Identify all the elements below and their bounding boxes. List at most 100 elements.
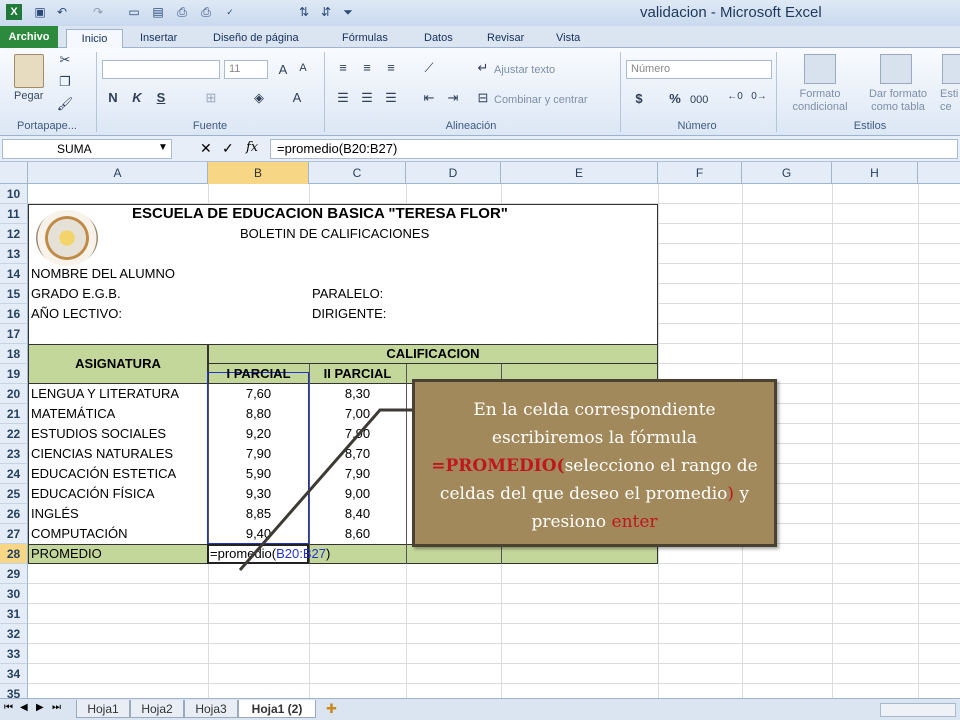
grade-p1[interactable]: 9,40 [208, 524, 309, 544]
column-header-g[interactable]: G [742, 162, 832, 184]
currency-button[interactable]: $ [630, 91, 648, 106]
row-header[interactable]: 21 [0, 404, 28, 424]
prev-sheet-icon[interactable]: ◀ [20, 702, 28, 713]
row-header[interactable]: 17 [0, 324, 28, 344]
row-header[interactable]: 31 [0, 604, 28, 624]
increase-decimal-icon[interactable]: ←0 [726, 91, 744, 102]
font-color-icon[interactable]: A [288, 90, 306, 105]
row-header[interactable]: 24 [0, 464, 28, 484]
average-formula-cell[interactable]: =promedio(B20:B27) [210, 544, 350, 564]
conditional-format-button[interactable]: Formato condicional [782, 88, 858, 114]
print-icon[interactable]: ⎙ [198, 4, 214, 20]
excel-logo-icon[interactable]: X [6, 4, 22, 20]
row-header[interactable]: 16 [0, 304, 28, 324]
row-header[interactable]: 19 [0, 364, 28, 384]
align-left-icon[interactable]: ☰ [334, 90, 352, 106]
grade-p1[interactable]: 8,85 [208, 504, 309, 524]
select-all-corner[interactable] [0, 162, 28, 184]
insert-sheet-icon[interactable]: ✚ [326, 701, 337, 717]
grow-font-icon[interactable]: A [274, 62, 292, 77]
column-header-h[interactable]: H [832, 162, 918, 184]
grade-p1[interactable]: 5,90 [208, 464, 309, 484]
font-name-select[interactable] [102, 60, 220, 79]
column-header-b[interactable]: B [208, 162, 309, 184]
column-header-d[interactable]: D [406, 162, 501, 184]
thousands-button[interactable]: 000 [690, 94, 708, 106]
insert-function-button[interactable]: fx [246, 140, 258, 155]
grade-p2[interactable]: 8,40 [309, 504, 406, 524]
grade-p2[interactable]: 7,90 [309, 424, 406, 444]
paste-button[interactable]: Pegar [14, 90, 43, 102]
grade-p2[interactable]: 8,60 [309, 524, 406, 544]
format-table-icon[interactable] [880, 54, 912, 84]
row-header[interactable]: 34 [0, 664, 28, 684]
row-header[interactable]: 29 [0, 564, 28, 584]
wrap-text-icon[interactable]: ↵ [474, 60, 492, 76]
orientation-icon[interactable]: ⟋ [420, 60, 438, 76]
horizontal-scrollbar[interactable] [880, 703, 956, 717]
cell-styles-icon[interactable] [942, 54, 960, 84]
grade-p1[interactable]: 9,20 [208, 424, 309, 444]
name-box[interactable]: SUMA [2, 139, 172, 159]
format-table-button[interactable]: Dar formato como tabla [860, 88, 936, 114]
align-center-icon[interactable]: ☰ [358, 90, 376, 106]
column-header-c[interactable]: C [309, 162, 406, 184]
customize-qat-icon[interactable]: ⏷ [340, 4, 356, 20]
cut-icon[interactable]: ✂ [56, 52, 74, 68]
row-header[interactable]: 11 [0, 204, 28, 224]
save-icon[interactable]: ▣ [32, 4, 48, 20]
paste-icon[interactable] [14, 54, 44, 88]
grade-p2[interactable]: 7,00 [309, 404, 406, 424]
merge-center-button[interactable]: Combinar y centrar [494, 94, 588, 106]
row-header[interactable]: 22 [0, 424, 28, 444]
decrease-indent-icon[interactable]: ⇤ [420, 90, 438, 106]
enter-entry-icon[interactable]: ✓ [222, 140, 234, 157]
column-header-e[interactable]: E [501, 162, 658, 184]
italic-button[interactable]: K [128, 90, 146, 105]
align-bottom-icon[interactable]: ≡ [382, 60, 400, 75]
sort-asc-icon[interactable]: ⇅ [296, 4, 312, 20]
grade-p2[interactable]: 7,90 [309, 464, 406, 484]
undo-icon[interactable]: ↶ [54, 4, 70, 20]
spelling-icon[interactable]: ✓ [222, 4, 238, 20]
format-painter-icon[interactable]: 🖌 [56, 96, 74, 112]
align-top-icon[interactable]: ≡ [334, 60, 352, 75]
redo-icon[interactable]: ↷ [90, 4, 106, 20]
sheet-tab-hoja3[interactable]: Hoja3 [184, 700, 238, 718]
new-file-icon[interactable]: ▭ [126, 4, 142, 20]
row-header[interactable]: 23 [0, 444, 28, 464]
tab-vista[interactable]: Vista [550, 29, 586, 48]
row-header[interactable]: 18 [0, 344, 28, 364]
percent-button[interactable]: % [666, 91, 684, 106]
grade-p2[interactable]: 9,00 [309, 484, 406, 504]
row-header[interactable]: 28 [0, 544, 28, 564]
row-header[interactable]: 27 [0, 524, 28, 544]
grade-p1[interactable]: 7,90 [208, 444, 309, 464]
next-sheet-icon[interactable]: ▶ [36, 702, 44, 713]
align-right-icon[interactable]: ☰ [382, 90, 400, 106]
row-header[interactable]: 14 [0, 264, 28, 284]
sheet-tab-hoja1[interactable]: Hoja1 [76, 700, 130, 718]
grade-p2[interactable]: 8,30 [309, 384, 406, 404]
cell-styles-button[interactable]: Esti ce [940, 88, 960, 114]
first-sheet-icon[interactable]: ⏮ [4, 702, 13, 713]
tab-archivo[interactable]: Archivo [0, 26, 58, 48]
name-box-dropdown-icon[interactable]: ▼ [158, 142, 168, 153]
row-header[interactable]: 12 [0, 224, 28, 244]
sheet-tab-hoja1-2[interactable]: Hoja1 (2) [238, 700, 316, 718]
row-header[interactable]: 13 [0, 244, 28, 264]
align-middle-icon[interactable]: ≡ [358, 60, 376, 75]
conditional-format-icon[interactable] [804, 54, 836, 84]
bold-button[interactable]: N [104, 90, 122, 105]
font-size-select[interactable]: 11 [224, 60, 268, 79]
cancel-entry-icon[interactable]: ✕ [200, 140, 212, 157]
number-format-select[interactable]: Número [626, 60, 772, 79]
grade-p1[interactable]: 8,80 [208, 404, 309, 424]
fill-color-icon[interactable]: ◈ [250, 90, 268, 106]
tab-formulas[interactable]: Fórmulas [336, 29, 394, 48]
formula-input[interactable]: =promedio(B20:B27) [270, 139, 958, 159]
column-header-a[interactable]: A [28, 162, 208, 184]
tab-datos[interactable]: Datos [418, 29, 459, 48]
underline-button[interactable]: S [152, 90, 170, 105]
row-header[interactable]: 26 [0, 504, 28, 524]
